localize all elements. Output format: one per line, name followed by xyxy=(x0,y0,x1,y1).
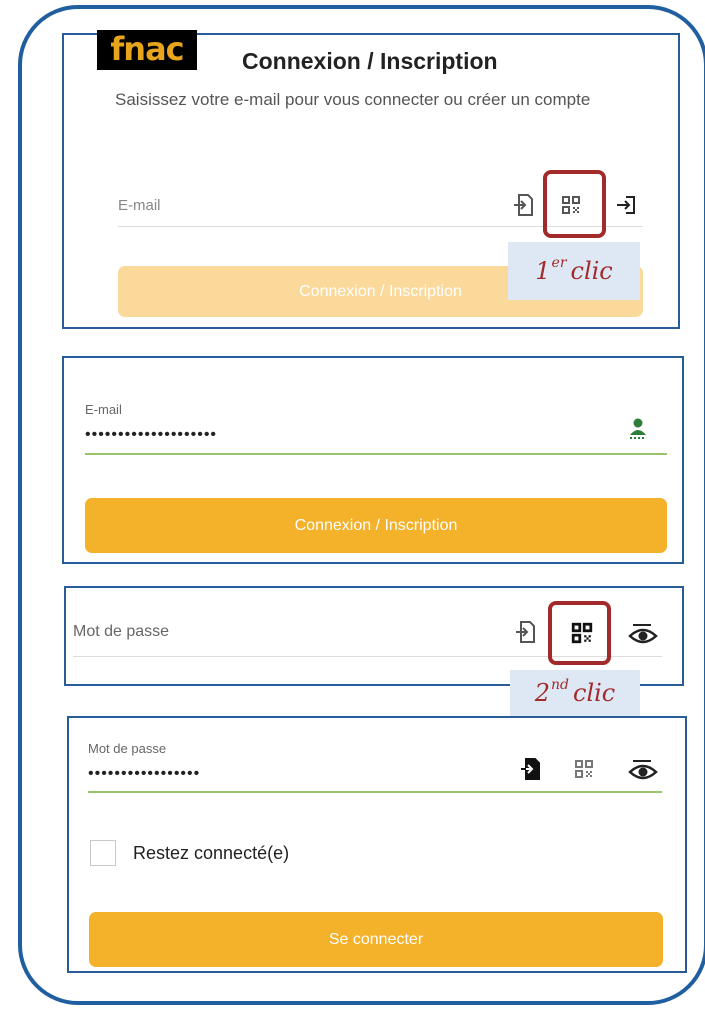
qr-code-icon[interactable] xyxy=(574,759,594,779)
login-icon[interactable] xyxy=(614,193,638,217)
annotation-number: 2 xyxy=(534,679,551,707)
email-underline-active xyxy=(85,453,667,455)
email-input[interactable]: E-mail xyxy=(118,197,161,214)
annotation-word: clic xyxy=(573,679,616,707)
page-subtitle: Saisissez votre e-mail pour vous connect… xyxy=(115,90,591,109)
email-field-label: E-mail xyxy=(85,402,122,417)
se-connecter-button[interactable]: Se connecter xyxy=(89,912,663,967)
second-click-highlight xyxy=(548,601,611,665)
first-click-highlight xyxy=(543,170,606,238)
eye-icon[interactable] xyxy=(628,757,658,783)
annotation-number: 1 xyxy=(535,257,551,285)
password-input[interactable]: Mot de passe xyxy=(73,623,169,641)
remember-me-label[interactable]: Restez connecté(e) xyxy=(133,843,289,864)
first-click-annotation: 1 er clic xyxy=(508,242,640,300)
page-title: Connexion / Inscription xyxy=(242,48,498,74)
annotation-suffix: nd xyxy=(551,677,570,693)
second-click-annotation: 2nd clic xyxy=(510,670,640,716)
password-field[interactable]: ••••••••••••••••• xyxy=(88,765,200,783)
remember-me-checkbox[interactable] xyxy=(90,840,116,866)
autofill-icon[interactable] xyxy=(518,757,542,781)
annotation-suffix: er xyxy=(551,255,567,271)
email-field[interactable]: •••••••••••••••••••• xyxy=(85,426,217,444)
connexion-button[interactable]: Connexion / Inscription xyxy=(85,498,667,553)
autofill-icon[interactable] xyxy=(513,620,537,644)
user-icon xyxy=(630,418,646,439)
fnac-logo: fnac xyxy=(97,30,197,70)
password-underline-active xyxy=(88,791,662,793)
eye-icon[interactable] xyxy=(628,621,658,647)
password-field-label: Mot de passe xyxy=(88,741,167,756)
annotation-word: clic xyxy=(570,257,613,285)
autofill-icon[interactable] xyxy=(511,193,535,217)
